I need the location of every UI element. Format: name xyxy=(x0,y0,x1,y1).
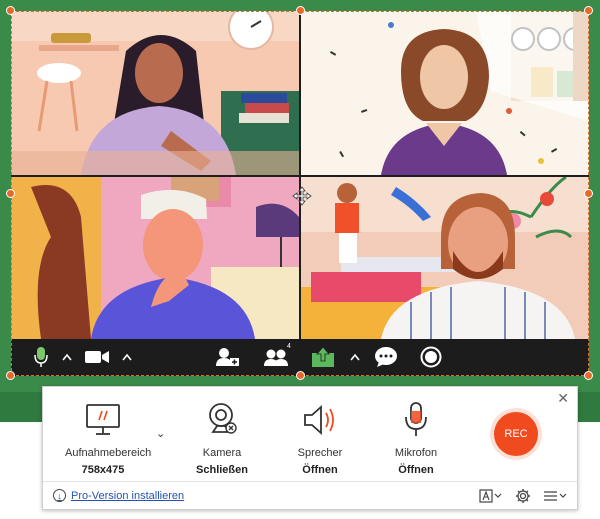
video-tile-2 xyxy=(301,11,589,175)
rec-button[interactable]: REC xyxy=(494,412,538,456)
microphone-button[interactable]: Mikrofon Öffnen xyxy=(383,401,449,476)
pro-version-link[interactable]: ↓ Pro-Version installieren xyxy=(53,489,184,502)
meeting-mic-icon[interactable] xyxy=(33,345,49,369)
microphone-icon xyxy=(383,401,449,439)
menu-icon[interactable] xyxy=(543,488,569,504)
camera-label: Kamera xyxy=(202,447,242,459)
resize-handle-top-left[interactable] xyxy=(6,6,15,15)
speaker-value: Öffnen xyxy=(302,464,338,476)
resize-handle-bottom[interactable] xyxy=(296,371,305,380)
resize-handle-right[interactable] xyxy=(584,189,593,198)
pro-version-label: Pro-Version installieren xyxy=(71,489,185,502)
add-participant-icon[interactable] xyxy=(215,345,241,369)
camera-button[interactable]: Kamera Schließen xyxy=(189,401,255,476)
resize-handle-bottom-right[interactable] xyxy=(584,371,593,380)
record-meeting-icon[interactable] xyxy=(419,345,443,369)
recording-area-label: Aufnahmebereich xyxy=(65,447,152,459)
recording-area-button[interactable]: Aufnahmebereich 758x475 xyxy=(65,401,152,476)
recording-area-value: 758x475 xyxy=(81,464,125,476)
speaker-button[interactable]: Sprecher Öffnen xyxy=(287,401,353,476)
participants-count: 4 xyxy=(287,343,291,350)
microphone-value: Öffnen xyxy=(398,464,434,476)
microphone-label: Mikrofon xyxy=(394,447,438,459)
video-tile-3 xyxy=(11,177,299,339)
share-screen-icon[interactable] xyxy=(311,345,335,369)
move-cursor-icon[interactable] xyxy=(292,186,312,206)
close-panel-button[interactable]: ✕ xyxy=(557,391,569,405)
webcam-icon xyxy=(189,401,255,439)
monitor-icon xyxy=(65,401,141,439)
meeting-camera-chevron-up-icon[interactable] xyxy=(121,345,133,369)
video-tile-4 xyxy=(301,177,589,339)
watermark-menu[interactable] xyxy=(479,488,503,504)
resize-handle-left[interactable] xyxy=(6,189,15,198)
speaker-icon xyxy=(287,401,353,439)
meeting-mic-chevron-up-icon[interactable] xyxy=(61,345,73,369)
recording-area-dropdown[interactable]: ⌄ xyxy=(156,427,165,440)
camera-value: Schließen xyxy=(196,464,248,476)
recorder-panel: ✕ Aufnahmebereich 758x475 ⌄ Kamera Schli… xyxy=(42,386,578,510)
share-chevron-up-icon[interactable] xyxy=(349,345,361,369)
resize-handle-top-right[interactable] xyxy=(584,6,593,15)
resize-handle-top[interactable] xyxy=(296,6,305,15)
download-icon: ↓ xyxy=(53,489,66,502)
chat-icon[interactable] xyxy=(373,345,399,369)
participants-icon[interactable]: 4 xyxy=(261,343,295,369)
settings-gear-icon[interactable] xyxy=(515,488,531,504)
speaker-label: Sprecher xyxy=(297,447,343,459)
video-tile-1 xyxy=(11,11,299,175)
resize-handle-bottom-left[interactable] xyxy=(6,371,15,380)
panel-footer: ↓ Pro-Version installieren xyxy=(43,481,577,509)
meeting-camera-icon[interactable] xyxy=(83,345,111,369)
